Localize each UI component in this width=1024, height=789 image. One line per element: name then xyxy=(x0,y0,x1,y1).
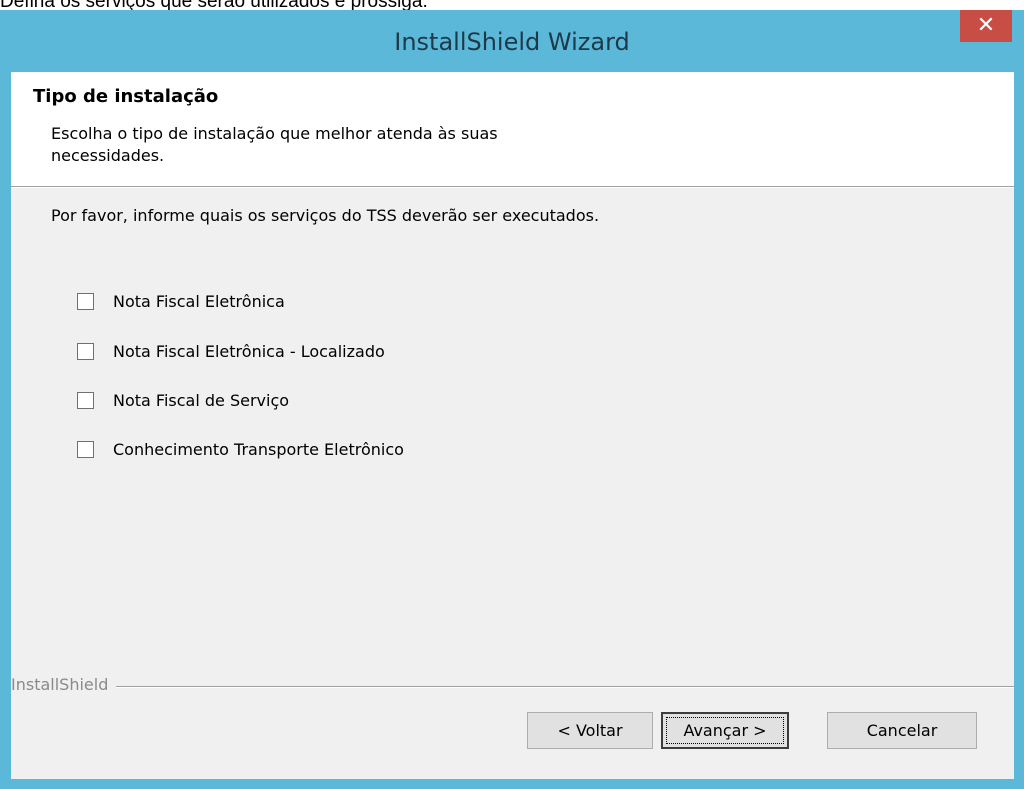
back-button[interactable]: < Voltar xyxy=(527,712,653,749)
option-label-nfe-localizado: Nota Fiscal Eletrônica - Localizado xyxy=(113,341,385,361)
brand-label: InstallShield xyxy=(11,675,117,694)
option-label-nfe: Nota Fiscal Eletrônica xyxy=(113,291,285,311)
checkbox-nfe-localizado[interactable] xyxy=(77,342,94,360)
window-title: InstallShield Wizard xyxy=(394,28,630,56)
instruction-text: Por favor, informe quais os serviços do … xyxy=(51,206,600,225)
option-label-nfse: Nota Fiscal de Serviço xyxy=(113,390,290,410)
checkbox-nfe[interactable] xyxy=(77,292,94,310)
installshield-brand-line: InstallShield xyxy=(11,675,1014,697)
header-description: Escolha o tipo de instalação que melhor … xyxy=(51,124,498,165)
checkbox-nfse[interactable] xyxy=(77,391,94,409)
checkbox-cte[interactable] xyxy=(77,440,94,458)
option-nfe[interactable]: Nota Fiscal Eletrônica xyxy=(77,290,285,312)
next-button[interactable]: Avançar > xyxy=(661,712,789,749)
header-title: Tipo de instalação xyxy=(33,86,219,107)
option-nfse[interactable]: Nota Fiscal de Serviço xyxy=(77,389,289,411)
brand-divider xyxy=(11,686,1014,688)
dialog-client-area: Tipo de instalação Escolha o tipo de ins… xyxy=(11,72,1014,779)
close-button[interactable]: ✕ xyxy=(960,10,1012,42)
installshield-window: InstallShield Wizard ✕ Tipo de instalaçã… xyxy=(0,10,1024,789)
close-icon: ✕ xyxy=(976,13,996,38)
option-label-cte: Conhecimento Transporte Eletrônico xyxy=(113,439,404,459)
option-cte[interactable]: Conhecimento Transporte Eletrônico xyxy=(77,438,404,460)
option-nfe-localizado[interactable]: Nota Fiscal Eletrônica - Localizado xyxy=(77,340,385,362)
dialog-header: Tipo de instalação Escolha o tipo de ins… xyxy=(11,72,1014,187)
title-bar[interactable]: InstallShield Wizard ✕ xyxy=(0,10,1024,72)
focus-rectangle xyxy=(666,717,784,744)
cancel-button[interactable]: Cancelar xyxy=(827,712,977,749)
